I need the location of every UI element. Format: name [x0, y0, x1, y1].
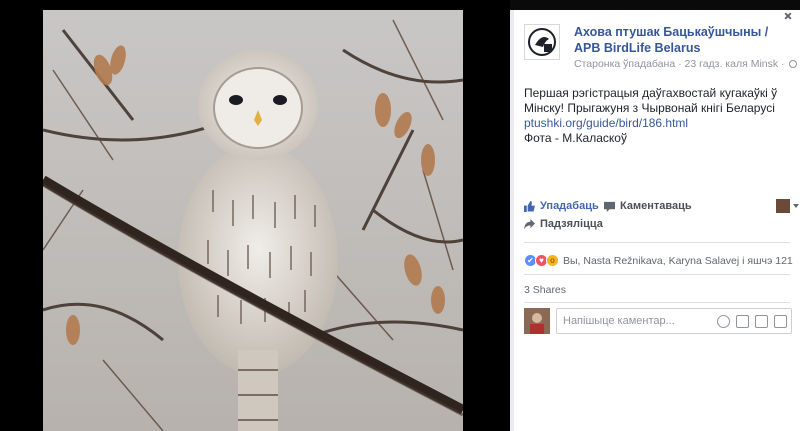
- reactions-summary[interactable]: ✔ ♥ o Вы, Nasta Režnikava, Karyna Salave…: [524, 254, 794, 267]
- action-bar: Упадабаць Каментаваць Падзяліцца: [524, 199, 799, 236]
- divider: [524, 242, 790, 243]
- close-icon[interactable]: [784, 12, 792, 20]
- post-meta: Старонка ўпадабана · 23 гадз. каля Minsk…: [574, 58, 800, 70]
- post-body: Першая рэгістрацыя даўгахвостай кугакаўк…: [524, 86, 792, 146]
- comment-label: Каментаваць: [620, 200, 692, 212]
- comment-placeholder: Напішыце каментар...: [563, 315, 675, 327]
- share-button[interactable]: Падзяліцца: [524, 218, 603, 230]
- avatar[interactable]: [524, 308, 550, 334]
- sticker-icon[interactable]: [774, 315, 787, 328]
- viewer-avatar[interactable]: [776, 199, 790, 213]
- page-name-link[interactable]: Ахова птушак Бацькаўшчыны / АРВ BirdLife…: [574, 24, 794, 56]
- birdlife-logo-icon: [528, 28, 556, 56]
- comment-tools: [717, 315, 787, 328]
- post-text: Першая рэгістрацыя даўгахвостай кугакаўк…: [524, 86, 778, 115]
- divider: [524, 302, 790, 303]
- share-arrow-icon: [524, 218, 535, 229]
- speech-bubble-icon: [604, 201, 615, 212]
- comment-button[interactable]: Каментаваць: [604, 200, 692, 212]
- comment-input[interactable]: Напішыце каментар...: [556, 308, 792, 334]
- photo-viewer: [0, 0, 510, 431]
- globe-icon: [789, 60, 798, 68]
- emoji-icon[interactable]: [717, 315, 730, 328]
- divider: [524, 274, 790, 275]
- comment-composer: Напішыце каментар...: [524, 308, 794, 334]
- photo-credit: Фота - М.Каласкоў: [524, 131, 627, 145]
- post-link[interactable]: ptushki.org/guide/bird/186.html: [524, 116, 792, 131]
- reactors-text: Вы, Nasta Režnikava, Karyna Salavej і яш…: [563, 254, 793, 267]
- gif-icon[interactable]: [755, 315, 768, 328]
- like-label: Упадабаць: [540, 200, 599, 212]
- chevron-down-icon[interactable]: [793, 204, 799, 208]
- post-panel: Ахова птушак Бацькаўшчыны / АРВ BirdLife…: [514, 10, 800, 431]
- shares-count[interactable]: 3 Shares: [524, 284, 566, 296]
- like-button[interactable]: Упадабаць: [524, 200, 599, 212]
- user-avatar-image: [524, 308, 550, 334]
- share-label: Падзяліцца: [540, 218, 603, 230]
- page-avatar[interactable]: [524, 24, 560, 60]
- owl-photo[interactable]: [43, 10, 463, 431]
- camera-icon[interactable]: [736, 315, 749, 328]
- owl-photo-image: [43, 10, 463, 431]
- thumbs-up-icon: [524, 200, 535, 212]
- wow-reaction-icon: o: [546, 254, 559, 267]
- post-meta-text: Старонка ўпадабана · 23 гадз. каля Minsk…: [574, 58, 785, 70]
